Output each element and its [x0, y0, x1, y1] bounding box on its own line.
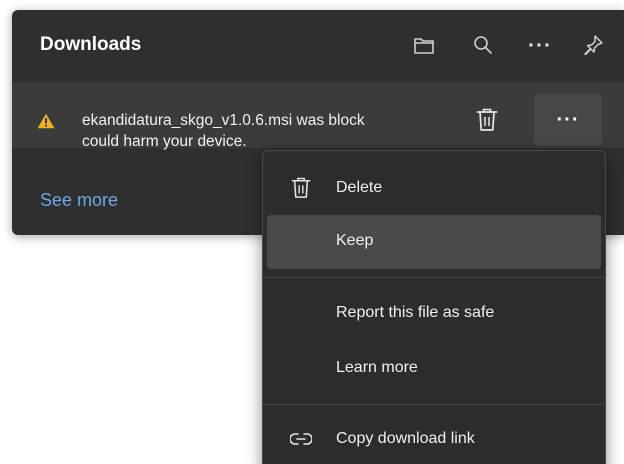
- menu-item-label: Keep: [336, 232, 374, 249]
- trash-icon: [289, 176, 313, 200]
- download-item[interactable]: ekandidatura_skgo_v1.0.6.msi was block c…: [12, 82, 624, 150]
- menu-item-label: Copy download link: [336, 430, 475, 447]
- context-menu: Delete Keep Report this file as safe Lea…: [262, 150, 606, 464]
- menu-item-learn-more[interactable]: Learn more: [263, 342, 605, 396]
- download-message-line2: could harm your device.: [82, 133, 247, 150]
- menu-item-report-safe[interactable]: Report this file as safe: [263, 287, 605, 341]
- text-fade: [442, 110, 464, 131]
- link-icon: [289, 427, 313, 451]
- download-message-line1: ekandidatura_skgo_v1.0.6.msi was block: [82, 112, 365, 129]
- warning-icon: [37, 113, 55, 134]
- menu-item-delete[interactable]: Delete: [263, 162, 605, 216]
- downloads-title: Downloads: [40, 34, 142, 55]
- menu-item-label: Learn more: [336, 359, 418, 376]
- stage: Downloads ekandidatura_skgo_v1.0.6.msi w…: [0, 0, 624, 464]
- menu-separator: [263, 404, 605, 405]
- folder-icon[interactable]: [409, 30, 439, 60]
- delete-download-button[interactable]: [472, 104, 502, 136]
- more-actions-button[interactable]: ···: [534, 94, 602, 146]
- search-icon[interactable]: [468, 30, 498, 60]
- menu-item-copy-link[interactable]: Copy download link: [263, 413, 605, 464]
- menu-item-label: Delete: [336, 179, 383, 196]
- downloads-header: Downloads: [12, 10, 624, 80]
- menu-item-keep[interactable]: Keep: [267, 215, 601, 269]
- trash-icon: [476, 108, 498, 131]
- download-message: ekandidatura_skgo_v1.0.6.msi was block c…: [82, 110, 464, 152]
- see-more-link[interactable]: See more: [40, 190, 118, 211]
- menu-separator: [263, 277, 605, 278]
- more-options-icon[interactable]: [524, 30, 554, 60]
- pin-icon[interactable]: [578, 30, 608, 60]
- menu-item-label: Report this file as safe: [336, 304, 495, 321]
